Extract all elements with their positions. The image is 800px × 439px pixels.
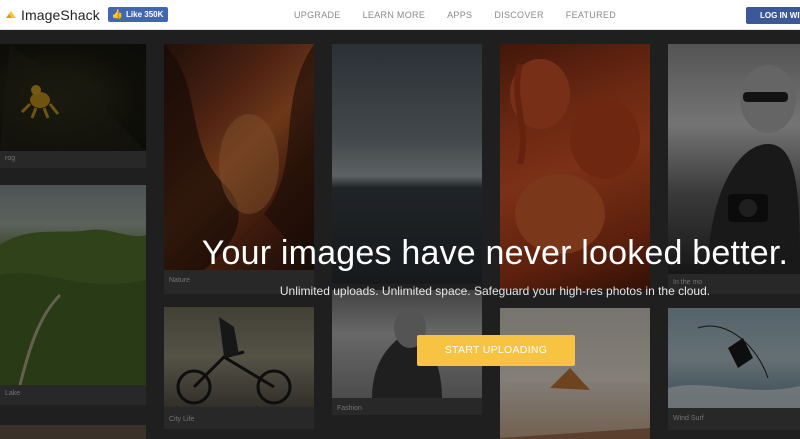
- nav-link-learn-more[interactable]: LEARN MORE: [352, 0, 437, 30]
- start-uploading-button[interactable]: START UPLOADING: [417, 335, 575, 366]
- thumbs-up-icon: 👍: [111, 9, 124, 19]
- imageshack-logo-icon: [6, 10, 16, 18]
- hero-subtitle: Unlimited uploads. Unlimited space. Safe…: [279, 284, 711, 298]
- hero-title: Your images have never looked better.: [201, 234, 789, 272]
- top-navbar: ImageShack 👍 Like 350K UPGRADE LEARN MOR…: [0, 0, 800, 30]
- logo[interactable]: ImageShack: [5, 7, 100, 23]
- brand-name: ImageShack: [21, 6, 100, 23]
- facebook-like-label: Like 350K: [126, 10, 164, 19]
- facebook-like-button[interactable]: 👍 Like 350K: [107, 7, 169, 22]
- login-button[interactable]: LOG IN WIT: [746, 7, 800, 24]
- nav-link-apps[interactable]: APPS: [436, 0, 483, 30]
- nav-link-discover[interactable]: DISCOVER: [483, 0, 554, 30]
- nav-link-featured[interactable]: FEATURED: [555, 0, 627, 30]
- nav-link-upgrade[interactable]: UPGRADE: [283, 0, 352, 30]
